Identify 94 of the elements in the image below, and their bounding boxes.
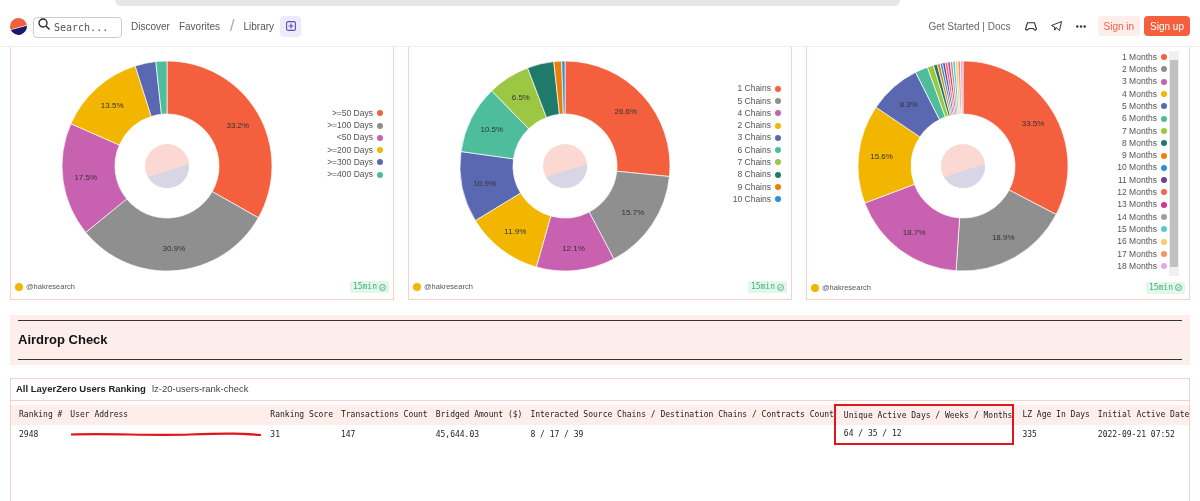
legend-label[interactable]: >=100 Days — [327, 119, 373, 132]
more-icon[interactable] — [1075, 24, 1086, 28]
legend-label[interactable]: 6 Chains — [737, 143, 771, 157]
legend-label[interactable]: 10 Chains — [732, 192, 771, 206]
slice-label: 33.5% — [1021, 119, 1045, 129]
table-cell: 2948 — [11, 425, 63, 444]
legend-label[interactable]: 3 Months — [1122, 75, 1157, 89]
legend-label[interactable]: 12 Months — [1117, 186, 1157, 199]
column-header[interactable]: Initial Active Date — [1089, 405, 1190, 425]
table-cell: 2022-09-21 07:52 — [1089, 425, 1190, 444]
legend-label[interactable]: >=300 Days — [327, 156, 373, 169]
legend-label[interactable]: 4 Months — [1122, 87, 1157, 101]
legend-label[interactable]: 9 Chains — [737, 180, 771, 194]
dune-logo-icon — [144, 143, 190, 189]
legend-label[interactable]: 15 Months — [1117, 222, 1157, 236]
column-header[interactable]: Unique Active Days / Weeks / Months — [834, 405, 1014, 425]
column-header[interactable]: Transactions Count — [333, 405, 428, 425]
column-header[interactable]: Bridged Amount ($) — [427, 405, 523, 425]
slice-label: 6.5% — [511, 92, 530, 102]
plus-icon — [285, 21, 296, 31]
column-header[interactable]: LZ Age In Days — [1013, 405, 1090, 425]
column-header[interactable]: Ranking Score — [262, 405, 333, 425]
avatar-icon — [413, 283, 421, 291]
legend-label[interactable]: 7 Chains — [737, 156, 771, 169]
slice-label: 11.9% — [504, 227, 527, 237]
slice-label: 15.7% — [621, 207, 645, 217]
avatar-icon — [811, 283, 819, 292]
legend-label[interactable]: 5 Chains — [737, 94, 771, 108]
column-header[interactable]: Interacted Source Chains / Destination Chains / Contracts Count — [522, 405, 835, 425]
legend-label[interactable]: >=200 Days — [327, 143, 373, 157]
slice-label: 18.7% — [902, 227, 926, 237]
slice-label: 33.2% — [226, 120, 250, 130]
legend-label[interactable]: 16 Months — [1117, 235, 1157, 248]
legend-label[interactable]: 13 Months — [1117, 198, 1157, 212]
nav-link[interactable]: Favorites — [178, 18, 221, 34]
column-header[interactable]: User Address — [62, 405, 263, 425]
paper-plane-icon[interactable] — [1050, 21, 1062, 31]
query-tab[interactable]: lz-20-users-rank-check — [151, 382, 249, 397]
nav-link[interactable]: Discover — [131, 18, 170, 34]
section-title: Airdrop Check — [18, 331, 109, 350]
legend-label[interactable]: 10 Months — [1117, 161, 1157, 175]
dune-logo-icon — [542, 143, 588, 189]
legend-scrollbar[interactable] — [1169, 51, 1179, 276]
legend-label[interactable]: 1 Chains — [737, 82, 771, 96]
check-icon — [379, 283, 386, 291]
legend-label[interactable]: 11 Months — [1117, 173, 1157, 187]
table-title: All LayerZero Users Ranking — [16, 382, 146, 397]
donut-slice — [459, 151, 521, 221]
slice-label: 18.9% — [991, 233, 1015, 243]
logo-icon[interactable] — [10, 17, 27, 35]
table-cell: 335 — [1013, 425, 1090, 444]
legend-label[interactable]: 4 Chains — [737, 106, 771, 120]
slice-label: 15.6% — [870, 152, 893, 162]
check-icon — [777, 283, 784, 291]
legend-label[interactable]: >=50 Days — [331, 106, 373, 120]
legend-label[interactable]: 14 Months — [1117, 210, 1157, 224]
nav-separator: / — [230, 16, 235, 36]
check-icon — [1175, 284, 1182, 291]
slice-label: 30.9% — [162, 243, 186, 253]
table-cell: 8 / 17 / 39 — [522, 425, 835, 444]
search-icon — [38, 18, 50, 30]
slice-label: 8.3% — [899, 100, 918, 110]
slice-label: 10.5% — [480, 125, 504, 134]
legend-label[interactable]: 5 Months — [1122, 99, 1157, 113]
legend-label[interactable]: 2 Chains — [737, 119, 771, 132]
legend-label[interactable]: 8 Chains — [737, 168, 771, 182]
column-header[interactable]: Ranking # — [11, 405, 63, 425]
slice-label: 10.9% — [473, 178, 497, 188]
legend-label[interactable]: 6 Months — [1122, 112, 1157, 125]
legend-label[interactable]: 18 Months — [1117, 259, 1157, 273]
table-cell: 45,644.03 — [427, 425, 523, 444]
legend-label[interactable]: <50 Days — [336, 131, 373, 145]
dune-logo-icon — [940, 143, 986, 189]
nav-link[interactable]: Library — [243, 18, 275, 34]
slice-label: 12.1% — [562, 243, 585, 253]
legend-label[interactable]: 9 Months — [1122, 149, 1157, 162]
slice-label: 17.5% — [74, 173, 98, 183]
legend-label[interactable]: 2 Months — [1122, 63, 1157, 76]
legend-label[interactable]: >=400 Days — [327, 168, 373, 182]
legend-label[interactable]: 7 Months — [1122, 124, 1157, 138]
search-field[interactable]: Search... — [33, 17, 122, 38]
legend-label[interactable]: 1 Months — [1122, 50, 1157, 64]
legend-label[interactable]: 3 Chains — [737, 131, 771, 145]
avatar-icon — [15, 283, 23, 291]
legend-label[interactable]: 8 Months — [1122, 136, 1157, 150]
slice-label: 26.6% — [614, 107, 638, 116]
gamepad-icon[interactable] — [1024, 21, 1037, 31]
table-cell: 147 — [333, 425, 428, 444]
add-button[interactable] — [280, 15, 302, 37]
table-cell: 31 — [262, 425, 333, 444]
legend-label[interactable]: 17 Months — [1117, 247, 1157, 261]
table-cell: 64 / 35 / 12 — [834, 425, 1014, 444]
slice-label: 13.5% — [100, 101, 124, 110]
docs-link[interactable]: Get Started | Docs — [928, 18, 1011, 34]
